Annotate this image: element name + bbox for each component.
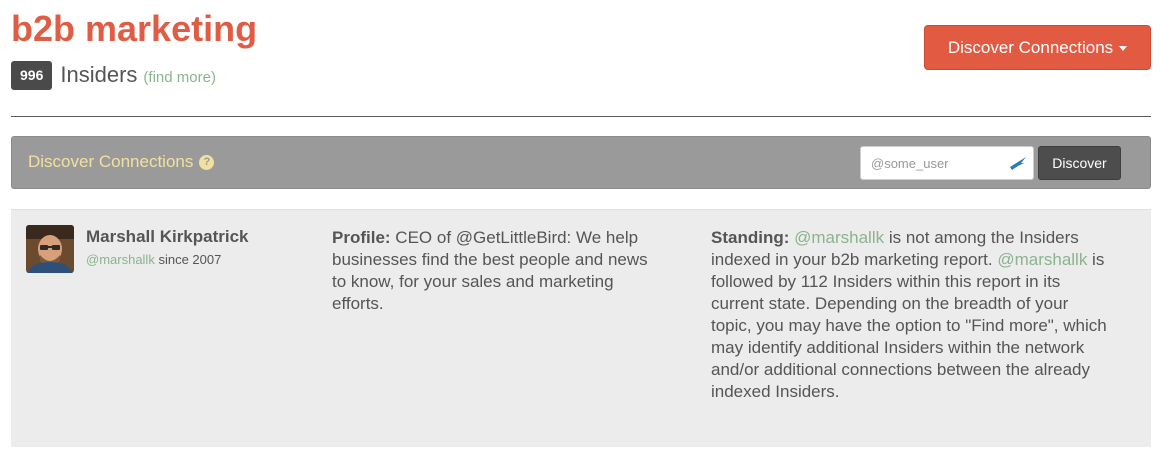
discover-connections-dropdown-button[interactable]: Discover Connections xyxy=(924,25,1151,70)
standing-column: Standing: @marshallk is not among the In… xyxy=(711,227,1111,403)
insider-handle[interactable]: @marshallk xyxy=(86,252,155,267)
insider-count-badge: 996 xyxy=(11,60,53,90)
find-more-link[interactable]: find more xyxy=(148,69,211,86)
discover-connections-title-text: Discover Connections xyxy=(28,152,194,171)
insiders-label: Insiders xyxy=(60,62,138,87)
handle-line: @marshallk since 2007 xyxy=(86,252,221,267)
user-search-input[interactable] xyxy=(871,155,1011,171)
header-divider xyxy=(11,116,1151,117)
user-search-field xyxy=(860,146,1034,180)
standing-handle-1[interactable]: @marshallk xyxy=(794,228,884,247)
standing-label: Standing: xyxy=(711,228,795,247)
discover-connections-title: Discover Connections ? xyxy=(28,152,215,172)
member-since: since 2007 xyxy=(158,252,222,267)
find-more-wrapper: (find more) xyxy=(143,68,216,86)
standing-text-2: is followed by 112 Insiders within this … xyxy=(711,250,1107,401)
avatar-image xyxy=(26,225,74,273)
insider-name[interactable]: Marshall Kirkpatrick xyxy=(86,227,249,247)
bird-icon xyxy=(1010,157,1026,170)
standing-handle-2[interactable]: @marshallk xyxy=(997,250,1087,269)
profile-label: Profile: xyxy=(332,228,396,247)
discover-connections-label: Discover Connections xyxy=(947,37,1114,57)
help-icon[interactable]: ? xyxy=(199,154,215,170)
page-title: b2b marketing xyxy=(11,8,258,49)
caret-down-icon xyxy=(1119,46,1128,51)
discover-button[interactable]: Discover xyxy=(1038,146,1121,180)
insiders-summary: 996 Insiders (find more) xyxy=(11,60,216,90)
profile-column: Profile: CEO of @GetLittleBird: We help … xyxy=(332,227,652,315)
discover-connections-bar: Discover Connections ? Discover xyxy=(11,136,1151,189)
insider-card: Marshall Kirkpatrick @marshallk since 20… xyxy=(11,209,1151,447)
avatar[interactable] xyxy=(26,225,74,273)
